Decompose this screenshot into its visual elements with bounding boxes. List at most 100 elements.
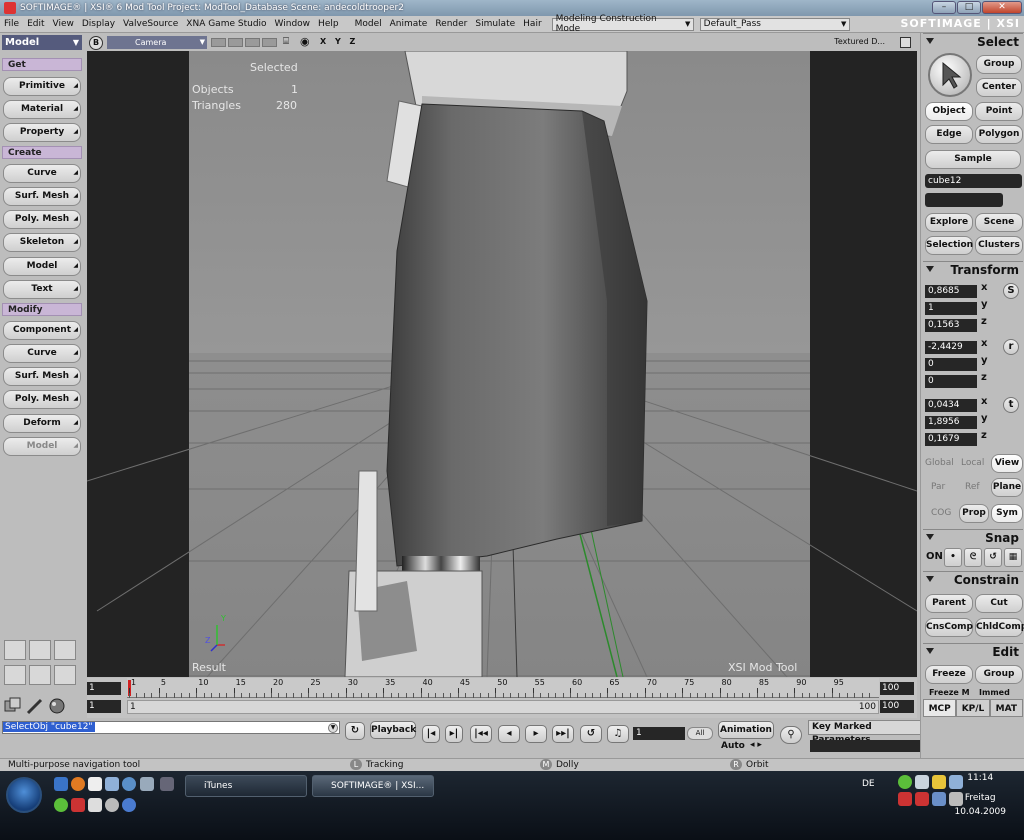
maximize-viewport-icon[interactable] [900, 37, 911, 48]
tray-icon-2[interactable] [915, 775, 929, 789]
animation-button[interactable]: Animation [718, 721, 774, 739]
timeline-start-bottom[interactable]: 1 [87, 700, 121, 713]
key-marked-parameters-button[interactable]: Key Marked Parameters [808, 720, 928, 745]
immed-button[interactable]: Immed [979, 688, 1010, 697]
menu-help[interactable]: Help [314, 19, 343, 29]
edge-mode-button[interactable]: Edge [925, 125, 973, 144]
goto-end-icon[interactable]: ▸▸| [552, 725, 574, 743]
sym-button[interactable]: Sym [991, 504, 1023, 523]
menu-xna[interactable]: XNA Game Studio [182, 19, 270, 29]
scale-x-field[interactable]: 0,8685 [925, 285, 977, 298]
section-modify[interactable]: Modify [2, 303, 82, 316]
menu-render[interactable]: Render [431, 19, 471, 29]
parent-button[interactable]: Parent [925, 594, 973, 613]
primitive-button[interactable]: Primitive ◢ [3, 77, 81, 96]
menu-hair[interactable]: Hair [519, 19, 545, 29]
modify-surf-mesh-button[interactable]: Surf. Mesh ◢ [3, 367, 81, 386]
minimize-button[interactable]: – [932, 1, 956, 14]
scene-button[interactable]: Scene [975, 213, 1023, 232]
timeline-end-top[interactable]: 100 [880, 682, 914, 695]
selection-button[interactable]: Selection [925, 236, 973, 255]
app-icon-4[interactable] [105, 798, 119, 812]
chldcomp-button[interactable]: ChldComp [975, 618, 1024, 637]
local-button[interactable]: Local [961, 458, 984, 468]
cut-button[interactable]: Cut [975, 594, 1023, 613]
taskbar-softimage[interactable]: SOFTIMAGE® | XSI... [312, 775, 434, 797]
clusters-button[interactable]: Clusters [975, 236, 1023, 255]
tray-icon-3[interactable] [932, 775, 946, 789]
range-slider[interactable]: 1 100 [127, 700, 879, 714]
constrain-header[interactable]: Constrain [923, 571, 1023, 587]
section-get[interactable]: Get [2, 58, 82, 71]
skeleton-button[interactable]: Skeleton ◢ [3, 233, 81, 252]
menu-display[interactable]: Display [78, 19, 119, 29]
playback-button[interactable]: Playback [370, 721, 416, 739]
pass-select[interactable]: Default_Pass ▼ [699, 17, 850, 31]
prev-key-icon[interactable]: ◂ ▸ [750, 740, 762, 750]
start-button[interactable] [6, 777, 42, 813]
edit-group-button[interactable]: Group [975, 665, 1023, 684]
snap-header[interactable]: Snap [923, 529, 1023, 545]
text-button[interactable]: Text ◢ [3, 280, 81, 299]
tray-icon-5[interactable] [915, 792, 929, 806]
wrench-icon[interactable] [24, 696, 46, 716]
mail-icon[interactable] [88, 777, 102, 791]
selection-name-field[interactable]: cube12 [925, 174, 1022, 188]
chevron-down-icon[interactable]: ▼ [328, 723, 338, 733]
explorer-icon[interactable] [105, 777, 119, 791]
language-indicator[interactable]: DE [862, 779, 875, 789]
acrobat-icon[interactable] [71, 798, 85, 812]
construction-mode-select[interactable]: Modeling Construction Mode ▼ [551, 14, 694, 34]
create-model-button[interactable]: Model ◢ [3, 257, 81, 276]
shading-mode-select[interactable]: Textured D... [834, 37, 885, 46]
app-icon-3[interactable] [88, 798, 102, 812]
group-button[interactable]: Group [976, 55, 1022, 74]
center-button[interactable]: Center [976, 78, 1022, 97]
app-icon-2[interactable] [160, 777, 174, 791]
script-editor-icon[interactable]: ↻ [345, 722, 365, 740]
axis-toggles[interactable]: X Y Z [320, 37, 358, 46]
translate-button[interactable]: t [1003, 397, 1019, 413]
system-clock[interactable]: 11:14 Freitag 10.04.2009 [954, 771, 1006, 819]
transform-header[interactable]: Transform [923, 261, 1023, 277]
show-desktop-icon[interactable] [54, 777, 68, 791]
cog-button[interactable]: COG [931, 508, 951, 518]
all-button[interactable]: All [687, 727, 713, 740]
layout-icon[interactable] [4, 640, 26, 660]
layout-split-icon[interactable] [29, 640, 51, 660]
app-icon[interactable] [140, 777, 154, 791]
view-button[interactable]: View [991, 454, 1023, 473]
edit-header[interactable]: Edit [923, 643, 1023, 659]
play-forward-icon[interactable]: ▸ [525, 725, 547, 743]
rotation-y-field[interactable]: 0 [925, 358, 977, 371]
snap-point-icon[interactable]: • [944, 548, 962, 567]
layout-quad-icon[interactable] [54, 640, 76, 660]
graph-icon[interactable] [4, 665, 26, 685]
menu-valvesource[interactable]: ValveSource [119, 19, 182, 29]
ie-icon[interactable] [122, 777, 136, 791]
scale-button[interactable]: S [1003, 283, 1019, 299]
section-create[interactable]: Create [2, 146, 82, 159]
modify-poly-mesh-button[interactable]: Poly. Mesh ◢ [3, 390, 81, 409]
close-button[interactable]: ✕ [982, 1, 1022, 14]
freeze-button[interactable]: Freeze [925, 665, 973, 684]
point-mode-button[interactable]: Point [975, 102, 1023, 121]
translation-z-field[interactable]: 0,1679 [925, 433, 977, 446]
auto-key-button[interactable]: Auto [721, 741, 745, 751]
modify-curve-button[interactable]: Curve ◢ [3, 344, 81, 363]
snap-surface-icon[interactable]: ↺ [984, 548, 1002, 567]
layout-single-icon[interactable] [29, 665, 51, 685]
taskbar-itunes[interactable]: iTunes [185, 775, 307, 797]
create-poly-mesh-button[interactable]: Poly. Mesh ◢ [3, 210, 81, 229]
create-surf-mesh-button[interactable]: Surf. Mesh ◢ [3, 187, 81, 206]
select-tool-icon[interactable] [2, 696, 24, 716]
toolbar-mode-select[interactable]: Model ▼ [2, 35, 82, 50]
goto-start-icon[interactable]: |◂◂ [470, 725, 492, 743]
render-icon[interactable] [46, 696, 68, 716]
3d-viewport[interactable]: Selected Objects 1 Triangles 280 Result … [87, 51, 917, 677]
snap-curve-icon[interactable]: ᘓ [964, 548, 982, 567]
prop-button[interactable]: Prop [959, 504, 989, 523]
scale-y-field[interactable]: 1 [925, 302, 977, 315]
material-button[interactable]: Material ◢ [3, 100, 81, 119]
create-curve-button[interactable]: Curve ◢ [3, 164, 81, 183]
